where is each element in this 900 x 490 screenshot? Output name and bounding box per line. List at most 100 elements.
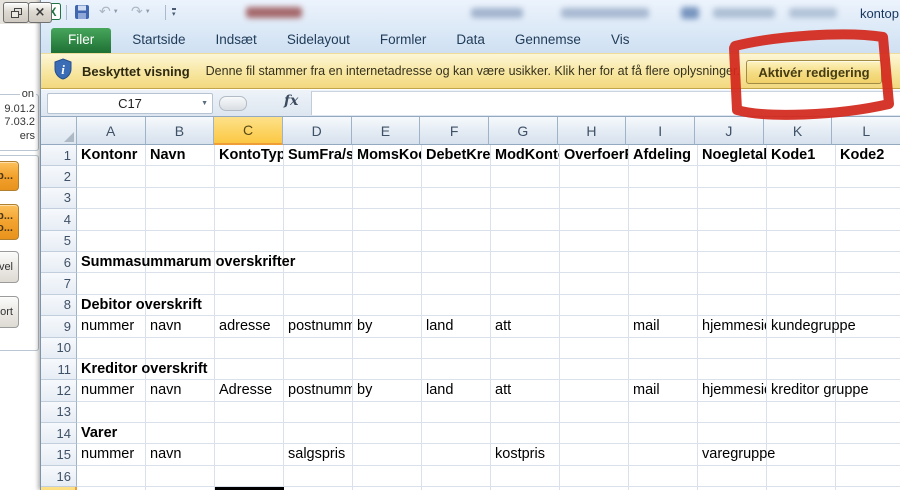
customize-qat-icon[interactable]: ▾ bbox=[172, 8, 176, 18]
cell-G10[interactable] bbox=[491, 337, 560, 359]
row-header-6[interactable]: 6 bbox=[41, 251, 77, 274]
cell-L13[interactable] bbox=[836, 402, 900, 424]
cell-K4[interactable] bbox=[767, 209, 836, 231]
tab-filer[interactable]: Filer bbox=[51, 28, 112, 53]
column-header-J[interactable]: J bbox=[695, 117, 764, 145]
cell-C12[interactable]: Adresse bbox=[215, 380, 284, 402]
cell-G11[interactable] bbox=[491, 358, 560, 381]
cell-B10[interactable] bbox=[146, 337, 215, 359]
cell-E13[interactable] bbox=[353, 401, 422, 424]
cell-A1[interactable]: Kontonr bbox=[77, 145, 146, 167]
cell-D4[interactable] bbox=[284, 209, 353, 231]
cell-K8[interactable] bbox=[767, 294, 836, 317]
cell-J9[interactable]: hjemmeside bbox=[698, 316, 767, 338]
cell-F4[interactable] bbox=[422, 209, 491, 231]
column-header-G[interactable]: G bbox=[488, 117, 558, 145]
cell-L5[interactable] bbox=[836, 231, 900, 252]
cell-F13[interactable] bbox=[422, 401, 491, 424]
cell-I6[interactable] bbox=[629, 251, 698, 274]
cell-E8[interactable] bbox=[353, 294, 422, 317]
cell-D3[interactable] bbox=[284, 187, 353, 210]
cell-B13[interactable] bbox=[146, 401, 215, 424]
cell-J10[interactable] bbox=[698, 337, 767, 359]
cell-D8[interactable] bbox=[284, 294, 353, 317]
cell-C13[interactable] bbox=[215, 401, 284, 424]
cell-H15[interactable] bbox=[560, 444, 629, 466]
column-header-B[interactable]: B bbox=[145, 117, 215, 145]
cell-D12[interactable]: postnummer bbox=[284, 380, 353, 402]
tab-sidelayout[interactable]: Sidelayout bbox=[272, 28, 365, 53]
cell-I11[interactable] bbox=[629, 358, 698, 381]
cell-F16[interactable] bbox=[422, 465, 491, 488]
save-icon[interactable] bbox=[74, 4, 90, 20]
row-header-11[interactable]: 11 bbox=[41, 358, 77, 381]
row-header-15[interactable]: 15 bbox=[41, 444, 77, 466]
column-header-K[interactable]: K bbox=[763, 117, 833, 145]
cell-D16[interactable] bbox=[284, 465, 353, 488]
cell-E9[interactable]: by bbox=[353, 316, 422, 338]
cell-C14[interactable] bbox=[215, 423, 284, 445]
redo-icon[interactable]: ↷ ▼ bbox=[131, 4, 151, 20]
cell-F3[interactable] bbox=[422, 187, 491, 210]
cell-D2[interactable] bbox=[284, 166, 353, 188]
cell-E6[interactable] bbox=[353, 251, 422, 274]
cell-B5[interactable] bbox=[146, 230, 215, 252]
cell-K13[interactable] bbox=[767, 401, 836, 424]
cell-J1[interactable]: Noegletal bbox=[698, 145, 767, 167]
cell-J3[interactable] bbox=[698, 187, 767, 210]
tab-formler[interactable]: Formler bbox=[365, 28, 442, 53]
cell-D15[interactable]: salgspris bbox=[284, 444, 353, 466]
cell-C5[interactable] bbox=[215, 230, 284, 252]
cell-L10[interactable] bbox=[836, 338, 900, 359]
cell-C16[interactable] bbox=[215, 465, 284, 488]
cell-H4[interactable] bbox=[560, 209, 629, 231]
cell-J15[interactable]: varegruppe bbox=[698, 444, 775, 466]
column-header-L[interactable]: L bbox=[832, 117, 900, 145]
cell-F10[interactable] bbox=[422, 337, 491, 359]
restore-window-button[interactable] bbox=[3, 2, 29, 23]
cell-H14[interactable] bbox=[560, 423, 629, 445]
cell-E14[interactable] bbox=[353, 423, 422, 445]
cell-G2[interactable] bbox=[491, 166, 560, 188]
cell-L3[interactable] bbox=[836, 188, 900, 210]
cell-I12[interactable]: mail bbox=[629, 380, 698, 402]
close-window-button[interactable]: × bbox=[28, 2, 52, 23]
cell-C4[interactable] bbox=[215, 209, 284, 231]
cell-C11[interactable] bbox=[215, 358, 284, 381]
cell-I1[interactable]: Afdeling bbox=[629, 145, 698, 167]
cell-G4[interactable] bbox=[491, 209, 560, 231]
cell-G1[interactable]: ModKonto bbox=[491, 145, 560, 167]
cell-H5[interactable] bbox=[560, 230, 629, 252]
cell-J13[interactable] bbox=[698, 401, 767, 424]
cell-A6[interactable]: Summasummarum overskrifter bbox=[77, 251, 295, 274]
cell-E4[interactable] bbox=[353, 209, 422, 231]
cell-C3[interactable] bbox=[215, 187, 284, 210]
cell-H3[interactable] bbox=[560, 187, 629, 210]
row-header-7[interactable]: 7 bbox=[41, 273, 77, 295]
cell-D7[interactable] bbox=[284, 273, 353, 295]
select-all-corner[interactable] bbox=[41, 117, 77, 145]
enable-editing-button[interactable]: Aktivér redigering bbox=[746, 60, 882, 84]
cell-J5[interactable] bbox=[698, 230, 767, 252]
row-header-5[interactable]: 5 bbox=[41, 230, 77, 252]
column-header-D[interactable]: D bbox=[282, 117, 352, 145]
row-header-3[interactable]: 3 bbox=[41, 187, 77, 210]
cell-K6[interactable] bbox=[767, 251, 836, 274]
cell-I10[interactable] bbox=[629, 337, 698, 359]
cell-E7[interactable] bbox=[353, 273, 422, 295]
cell-I7[interactable] bbox=[629, 273, 698, 295]
cell-H13[interactable] bbox=[560, 401, 629, 424]
cell-B15[interactable]: navn bbox=[146, 444, 215, 466]
cell-I5[interactable] bbox=[629, 230, 698, 252]
cell-K14[interactable] bbox=[767, 423, 836, 445]
cell-D14[interactable] bbox=[284, 423, 353, 445]
cell-C15[interactable] bbox=[215, 444, 284, 466]
cell-I15[interactable] bbox=[629, 444, 698, 466]
cell-H7[interactable] bbox=[560, 273, 629, 295]
cell-G7[interactable] bbox=[491, 273, 560, 295]
cell-A2[interactable] bbox=[77, 166, 146, 188]
row-header-16[interactable]: 16 bbox=[41, 465, 77, 488]
row-header-10[interactable]: 10 bbox=[41, 337, 77, 359]
cell-G16[interactable] bbox=[491, 465, 560, 488]
cell-G6[interactable] bbox=[491, 251, 560, 274]
